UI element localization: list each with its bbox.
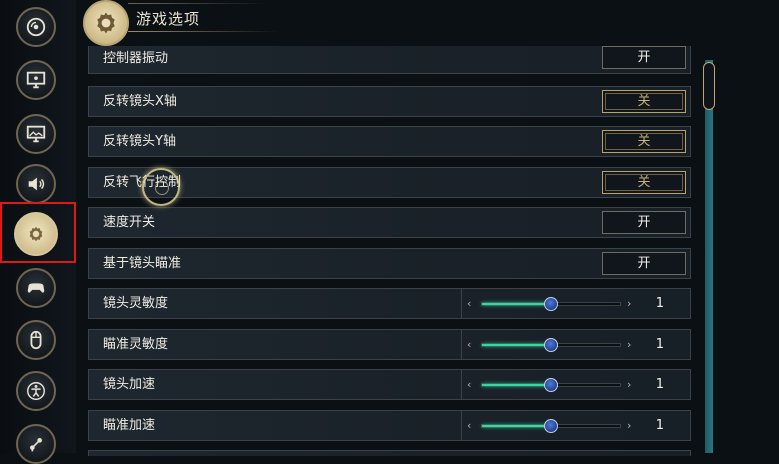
chevron-right-icon[interactable]: › — [627, 289, 631, 318]
toggle-button[interactable]: 开 — [602, 211, 686, 234]
chevron-right-icon[interactable]: › — [627, 411, 631, 440]
nav-item-audio[interactable] — [16, 164, 56, 204]
slider-track[interactable] — [481, 297, 621, 311]
toggle-button[interactable]: 关 — [602, 90, 686, 113]
slider-value: 1 — [655, 337, 664, 352]
toggle-button[interactable]: 关 — [602, 130, 686, 153]
header-underline — [128, 31, 278, 32]
setting-row-partial — [88, 450, 691, 456]
setting-row-camera-acceleration[interactable]: 镜头加速 ‹ › 1 — [88, 369, 691, 400]
setting-row-controller-vibration[interactable]: 控制器振动 开 — [88, 46, 691, 74]
scrollbar-thumb[interactable] — [703, 62, 715, 110]
chevron-left-icon[interactable]: ‹ — [467, 411, 471, 440]
row-divider — [461, 330, 462, 359]
row-divider — [461, 289, 462, 318]
slider-fill — [482, 344, 551, 346]
setting-row-aim-sensitivity[interactable]: 瞄准灵敏度 ‹ › 1 — [88, 329, 691, 360]
toggle-button[interactable]: 开 — [602, 252, 686, 275]
slider-fill — [482, 384, 551, 386]
slider-handle[interactable] — [544, 297, 558, 311]
row-divider — [461, 411, 462, 440]
header-top-rule — [128, 3, 268, 4]
speaker-icon — [28, 177, 45, 191]
slider-track[interactable] — [481, 378, 621, 392]
setting-row-speed-toggle[interactable]: 速度开关 开 — [88, 207, 691, 238]
toggle-button[interactable]: 开 — [602, 46, 686, 69]
chevron-left-icon[interactable]: ‹ — [467, 370, 471, 399]
nav-item-general[interactable] — [16, 7, 56, 47]
setting-row-camera-sensitivity[interactable]: 镜头灵敏度 ‹ › 1 — [88, 288, 691, 319]
network-icon — [30, 438, 42, 452]
setting-label: 基于镜头瞄准 — [103, 256, 182, 271]
nav-item-controller[interactable] — [16, 268, 56, 308]
row-divider — [461, 370, 462, 399]
page-title: 游戏选项 — [136, 10, 201, 28]
nav-item-graphics[interactable] — [16, 114, 56, 154]
slider-track[interactable] — [481, 419, 621, 433]
setting-row-aim-acceleration[interactable]: 瞄准加速 ‹ › 1 — [88, 410, 691, 441]
chevron-right-icon[interactable]: › — [627, 370, 631, 399]
monitor-icon — [26, 71, 46, 89]
setting-label: 瞄准加速 — [103, 418, 156, 433]
nav-item-mouse[interactable] — [16, 320, 56, 360]
slider-value: 1 — [655, 377, 664, 392]
chevron-left-icon[interactable]: ‹ — [467, 330, 471, 359]
setting-row-camera-based-aim[interactable]: 基于镜头瞄准 开 — [88, 248, 691, 279]
setting-label: 反转镜头X轴 — [103, 94, 177, 109]
slider-track[interactable] — [481, 338, 621, 352]
chevron-left-icon[interactable]: ‹ — [467, 289, 471, 318]
cursor-reticle-icon — [142, 168, 180, 206]
slider-handle[interactable] — [544, 378, 558, 392]
setting-label: 控制器振动 — [103, 51, 169, 66]
gear-icon — [97, 12, 115, 34]
accessibility-icon — [27, 382, 45, 400]
slider-fill — [482, 303, 551, 305]
mouse-icon — [30, 330, 42, 350]
toggle-button[interactable]: 关 — [602, 171, 686, 194]
nav-item-accessibility[interactable] — [16, 371, 56, 411]
disc-icon — [26, 17, 46, 37]
scrollbar-track[interactable] — [705, 60, 713, 453]
setting-label: 镜头灵敏度 — [103, 296, 169, 311]
image-display-icon — [26, 125, 46, 143]
setting-row-invert-camera-x[interactable]: 反转镜头X轴 关 — [88, 86, 691, 117]
nav-item-display[interactable] — [16, 60, 56, 100]
header-emblem — [83, 0, 129, 46]
slider-handle[interactable] — [544, 419, 558, 433]
nav-item-network[interactable] — [16, 424, 56, 464]
setting-label: 瞄准灵敏度 — [103, 337, 169, 352]
slider-value: 1 — [655, 418, 664, 433]
slider-handle[interactable] — [544, 338, 558, 352]
gamepad-icon — [27, 283, 45, 293]
setting-label: 速度开关 — [103, 215, 156, 230]
active-nav-highlight — [0, 202, 76, 263]
setting-row-invert-camera-y[interactable]: 反转镜头Y轴 关 — [88, 126, 691, 157]
setting-label: 镜头加速 — [103, 377, 156, 392]
slider-fill — [482, 425, 551, 427]
setting-label: 反转镜头Y轴 — [103, 134, 176, 149]
slider-value: 1 — [655, 296, 664, 311]
chevron-right-icon[interactable]: › — [627, 330, 631, 359]
